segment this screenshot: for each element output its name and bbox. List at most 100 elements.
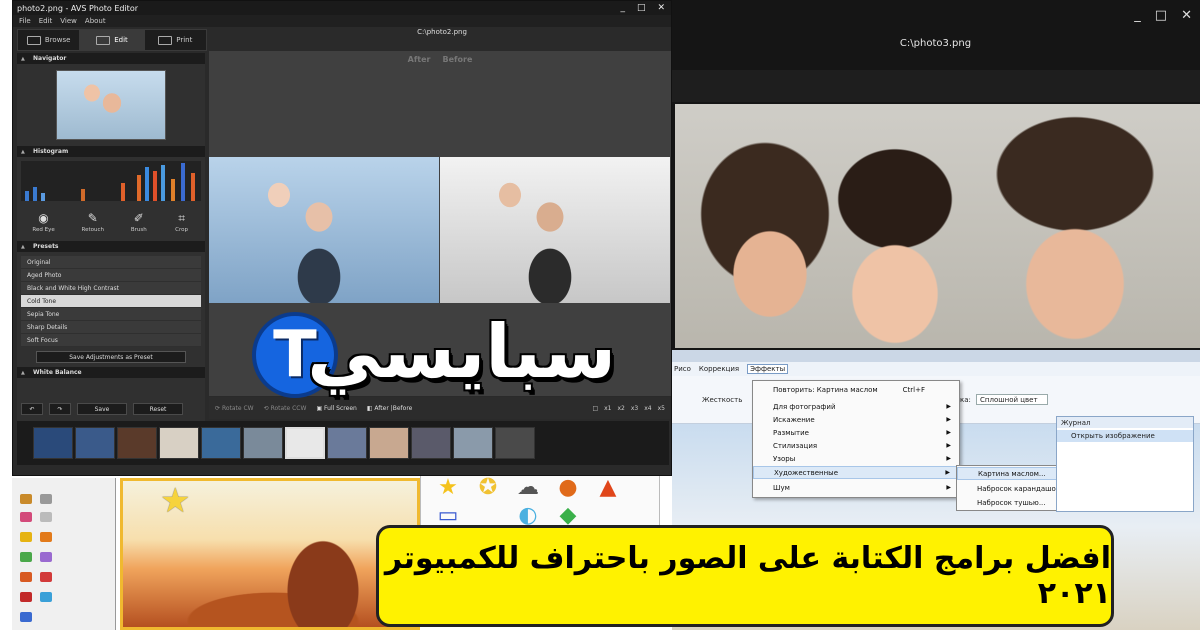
minimize-button[interactable]: _	[1134, 8, 1141, 23]
eraser-tool-icon[interactable]	[20, 512, 32, 522]
ru-effects-item-photo[interactable]: Для фотографий ▶	[753, 400, 959, 413]
filmstrip-thumbnail[interactable]	[159, 427, 199, 459]
submenu-arrow-icon: ▶	[946, 403, 951, 410]
ru-effects-item-stylize[interactable]: Стилизация ▶	[753, 439, 959, 452]
filmstrip-thumbnail[interactable]	[201, 427, 241, 459]
filmstrip-thumbnail[interactable]	[369, 427, 409, 459]
ru-menu-effects[interactable]: Эффекты	[747, 364, 789, 374]
preset-item[interactable]: Soft Focus	[21, 334, 201, 347]
tab-browse[interactable]: Browse	[17, 29, 81, 51]
brush-tool[interactable]: ✐ Brush	[131, 211, 147, 233]
brush-tool-icon[interactable]	[20, 612, 32, 622]
navigator-header[interactable]: Navigator	[17, 53, 205, 64]
picker-tool-icon[interactable]	[40, 552, 52, 562]
filmstrip-thumbnail[interactable]	[285, 427, 325, 459]
select-tool-icon[interactable]	[40, 494, 52, 504]
zoom-x4[interactable]: x4	[644, 405, 651, 412]
zoom-x1[interactable]: x1	[604, 405, 611, 412]
preset-item[interactable]: Sharp Details	[21, 321, 201, 334]
ru-menu-draw[interactable]: Рисо	[674, 365, 691, 373]
zoom-fit-icon[interactable]: □	[592, 405, 598, 412]
fire-sticker-icon[interactable]: ▲	[593, 475, 623, 501]
rotate-ccw-button[interactable]: ⟲ Rotate CCW	[264, 405, 307, 412]
filmstrip-thumbnail[interactable]	[117, 427, 157, 459]
spray-tool-icon[interactable]	[40, 532, 52, 542]
menu-item-label: Повторить: Картина маслом	[773, 385, 878, 394]
zoom-x3[interactable]: x3	[631, 405, 638, 412]
navigator-thumbnail[interactable]	[56, 70, 166, 140]
star-sticker-icon[interactable]: ★	[433, 475, 463, 501]
presets-header[interactable]: Presets	[17, 241, 205, 252]
before-photo[interactable]	[440, 157, 670, 303]
ru-effects-item-patterns[interactable]: Узоры ▶	[753, 452, 959, 465]
menu-file[interactable]: File	[19, 17, 31, 25]
text-tool-icon[interactable]	[20, 592, 32, 602]
preset-item[interactable]: Aged Photo	[21, 269, 201, 282]
menu-edit[interactable]: Edit	[39, 17, 53, 25]
histogram-header[interactable]: Histogram	[17, 146, 205, 157]
ru-effects-item-distort[interactable]: Искажение ▶	[753, 413, 959, 426]
menu-about[interactable]: About	[85, 17, 106, 25]
ru-fill-select[interactable]: Сплошной цвет	[976, 394, 1048, 405]
filmstrip-thumbnail[interactable]	[495, 427, 535, 459]
zoom-x5[interactable]: x5	[658, 405, 665, 412]
fill-tool-icon[interactable]	[20, 532, 32, 542]
ru-effects-item-artistic[interactable]: Художественные ▶	[753, 466, 959, 479]
after-before-button[interactable]: ◧ After |Before	[367, 405, 413, 412]
ru-menu-correction[interactable]: Коррекция	[699, 365, 739, 373]
rotate-cw-button[interactable]: ⟳ Rotate CW	[215, 405, 254, 412]
filmstrip-thumbnail[interactable]	[411, 427, 451, 459]
tab-print[interactable]: Print	[143, 29, 207, 51]
close-button[interactable]: ✕	[1181, 8, 1192, 23]
ru-effects-item-repeat[interactable]: Повторить: Картина маслом Ctrl+F	[753, 383, 959, 396]
ru-titlebar	[672, 350, 1200, 362]
undo-button[interactable]: ↶	[21, 403, 43, 415]
reset-button[interactable]: Reset	[133, 403, 183, 415]
save-preset-button[interactable]: Save Adjustments as Preset	[36, 351, 186, 363]
after-photo[interactable]	[209, 157, 439, 303]
presets-list: Original Aged Photo Black and White High…	[21, 256, 201, 347]
redo-button[interactable]: ↷	[49, 403, 71, 415]
filmstrip-thumbnail[interactable]	[75, 427, 115, 459]
shape-tool-icon[interactable]	[20, 552, 32, 562]
smiley-star-sticker-icon[interactable]: ✪	[473, 475, 503, 501]
filmstrip-thumbnail[interactable]	[327, 427, 367, 459]
history-item-open-image[interactable]: Открыть изображение	[1057, 430, 1193, 442]
filmstrip-thumbnail[interactable]	[453, 427, 493, 459]
brush-icon: ✐	[133, 211, 144, 225]
menu-view[interactable]: View	[60, 17, 77, 25]
cloud-sticker-icon[interactable]: ☁	[513, 475, 543, 501]
preset-item[interactable]: Original	[21, 256, 201, 269]
crop-tool[interactable]: ⌗ Crop	[174, 211, 190, 233]
ru-effects-item-blur[interactable]: Размытие ▶	[753, 426, 959, 439]
basketball-sticker-icon[interactable]: ●	[553, 475, 583, 501]
maximize-button[interactable]: □	[1155, 8, 1167, 23]
filmstrip-thumbnail[interactable]	[243, 427, 283, 459]
retouch-tool[interactable]: ✎ Retouch	[82, 211, 104, 233]
close-button[interactable]: ✕	[657, 3, 665, 13]
menu-item-label: Размытие	[773, 428, 809, 437]
pencil-tool-icon[interactable]	[20, 494, 32, 504]
tab-edit[interactable]: Edit	[80, 29, 144, 51]
preset-item[interactable]: Sepia Tone	[21, 308, 201, 321]
sticker-tool-icon[interactable]	[40, 592, 52, 602]
white-balance-header[interactable]: White Balance	[17, 367, 205, 378]
minimize-button[interactable]: _	[620, 3, 625, 13]
submenu-arrow-icon: ▶	[946, 455, 951, 462]
filmstrip-thumbnail[interactable]	[33, 427, 73, 459]
tool-label: Red Eye	[32, 227, 55, 233]
save-button[interactable]: Save	[77, 403, 127, 415]
submenu-arrow-icon: ▶	[946, 484, 951, 491]
menu-item-label: Узоры	[773, 454, 796, 463]
stamp-tool-icon[interactable]	[20, 572, 32, 582]
maximize-button[interactable]: □	[637, 3, 646, 13]
preset-item[interactable]: Black and White High Contrast	[21, 282, 201, 295]
zoom-x2[interactable]: x2	[618, 405, 625, 412]
menu-item-label: Для фотографий	[773, 402, 836, 411]
preset-item[interactable]: Cold Tone	[21, 295, 201, 308]
line-tool-icon[interactable]	[40, 512, 52, 522]
ru-effects-item-noise[interactable]: Шум ▶	[753, 481, 959, 494]
red-eye-tool[interactable]: ◉ Red Eye	[32, 211, 54, 233]
zoom-tool-icon[interactable]	[40, 572, 52, 582]
full-screen-button[interactable]: ▣ Full Screen	[316, 405, 356, 412]
